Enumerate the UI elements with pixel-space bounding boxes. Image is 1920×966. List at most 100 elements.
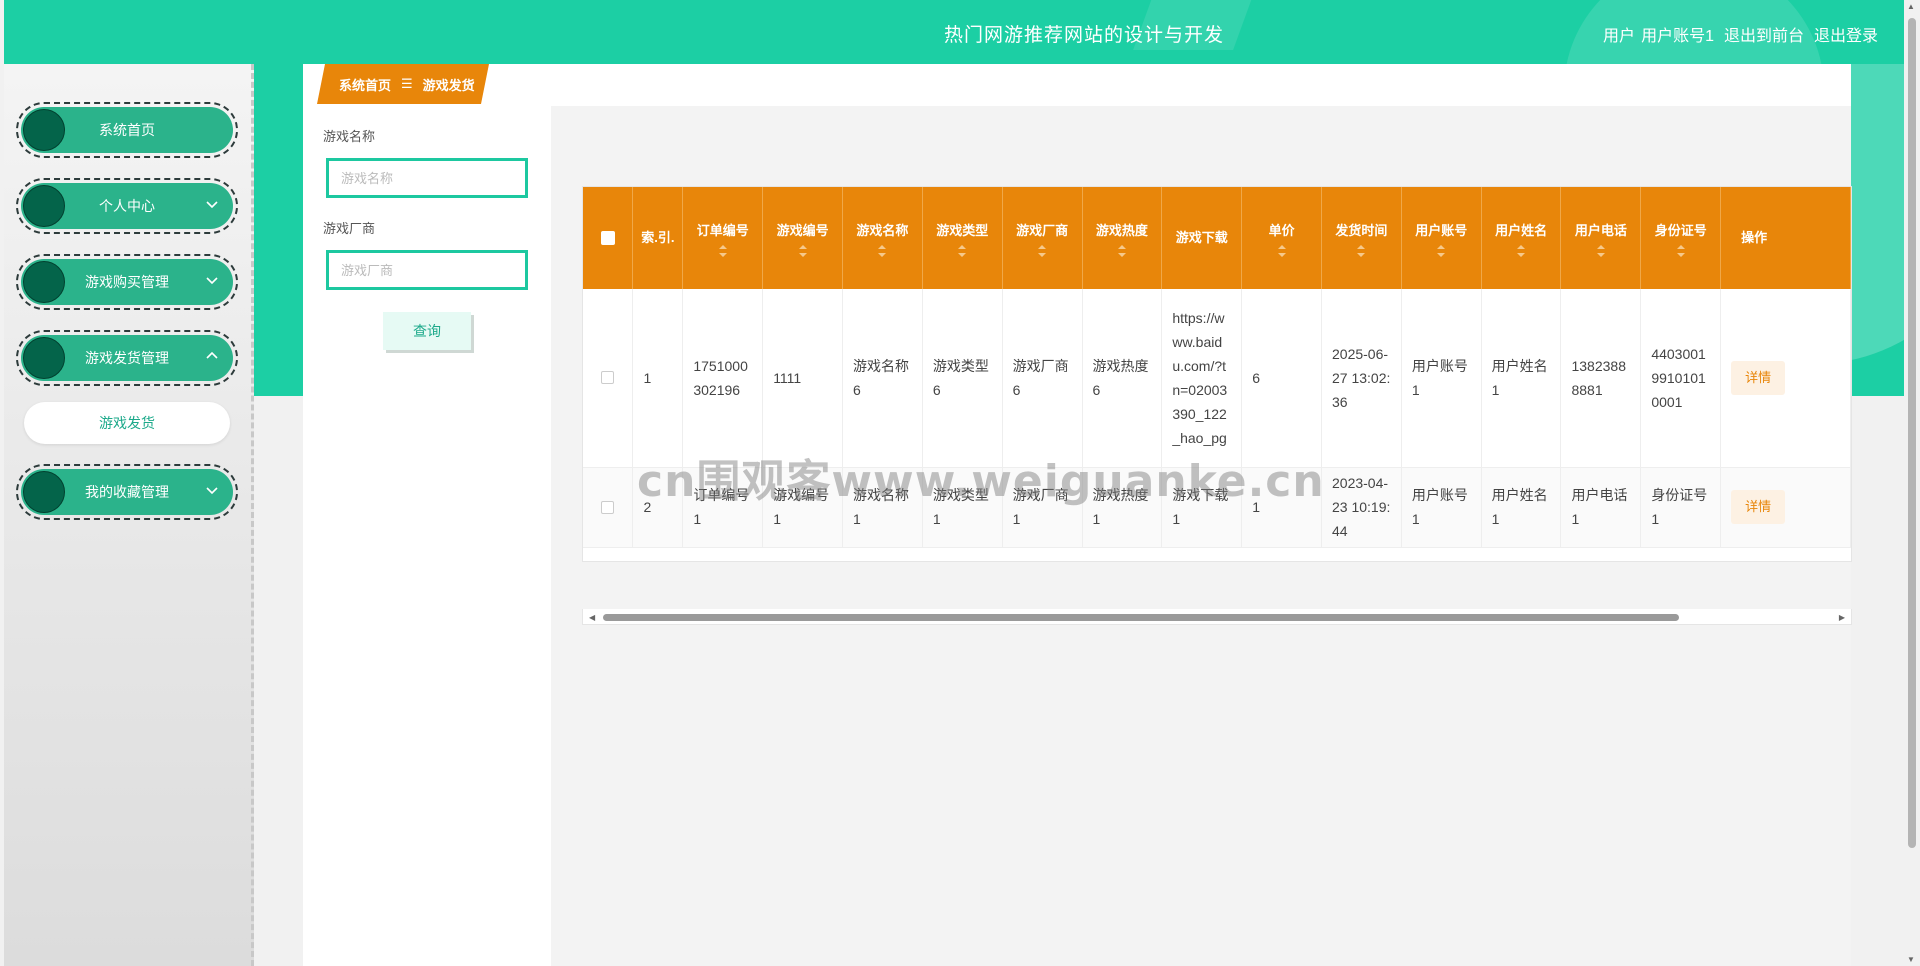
table-cell: 用户账号1 bbox=[1401, 289, 1482, 468]
chevron-up-icon bbox=[206, 351, 218, 359]
column-header[interactable]: 游戏厂商 bbox=[1002, 187, 1083, 289]
sidebar-item-label: 个人中心 bbox=[99, 198, 155, 214]
sort-icon[interactable] bbox=[1676, 245, 1685, 257]
site-title: 热门网游推荐网站的设计与开发 bbox=[944, 25, 1225, 46]
row-checkbox[interactable] bbox=[601, 371, 615, 385]
table-header-row: 索.引. 订单编号 游戏编号 游戏名称 游戏类型 游戏厂商 游戏热度 游戏下载 … bbox=[583, 187, 1851, 289]
table-cell: 用户账号1 bbox=[1401, 467, 1482, 548]
sort-icon[interactable] bbox=[798, 245, 807, 257]
sidebar-item-home[interactable]: 系统首页 bbox=[16, 102, 238, 158]
filter-panel: 游戏名称 游戏厂商 查询 bbox=[303, 106, 551, 966]
table-cell: 用户姓名1 bbox=[1481, 467, 1562, 548]
sort-icon[interactable] bbox=[1517, 245, 1526, 257]
menu-dot-icon bbox=[23, 261, 65, 303]
column-header[interactable]: 用户电话 bbox=[1560, 187, 1642, 289]
horizontal-scroll-thumb[interactable] bbox=[603, 614, 1679, 621]
vertical-scroll-thumb[interactable] bbox=[1908, 18, 1916, 848]
game-name-input[interactable] bbox=[326, 158, 528, 198]
header-bar: 热门网游推荐网站的设计与开发 用户 用户账号1 退出到前台 退出登录 bbox=[4, 0, 1904, 64]
column-header[interactable]: 索.引. bbox=[632, 187, 684, 289]
sidebar-subitem-game-shipment[interactable]: 游戏发货 bbox=[24, 402, 230, 444]
table-cell: 游戏名称6 bbox=[842, 289, 923, 468]
row-select-cell bbox=[583, 467, 634, 548]
sidebar-item-purchase-management[interactable]: 游戏购买管理 bbox=[16, 254, 238, 310]
menu-dot-icon bbox=[23, 337, 65, 379]
action-cell: 详情 bbox=[1720, 289, 1851, 468]
breadcrumb-current: 游戏发货 bbox=[422, 77, 475, 93]
column-header[interactable]: 身份证号 bbox=[1640, 187, 1722, 289]
table-cell: 1111 bbox=[762, 289, 844, 468]
game-name-label: 游戏名称 bbox=[323, 129, 376, 144]
table-cell: 游戏厂商6 bbox=[1002, 289, 1083, 468]
game-vendor-label: 游戏厂商 bbox=[323, 221, 376, 236]
sidebar: 系统首页 个人中心 游戏购买管理 游戏发货管理 游戏发货 我的收藏管理 bbox=[4, 64, 254, 966]
menu-dot-icon bbox=[23, 185, 65, 227]
sidebar-item-label: 系统首页 bbox=[99, 122, 155, 138]
sort-icon[interactable] bbox=[878, 245, 887, 257]
breadcrumb-separator-icon: ☰ bbox=[401, 76, 413, 91]
select-all-checkbox[interactable] bbox=[600, 231, 615, 245]
sort-icon[interactable] bbox=[958, 245, 967, 257]
detail-button[interactable]: 详情 bbox=[1731, 490, 1786, 524]
column-header[interactable]: 用户姓名 bbox=[1481, 187, 1562, 289]
query-button[interactable]: 查询 bbox=[383, 312, 471, 350]
column-header: 操作 bbox=[1720, 187, 1851, 289]
table-cell: 2025-06-27 13:02:36 bbox=[1321, 289, 1402, 468]
row-select-cell bbox=[583, 289, 634, 468]
chevron-down-icon bbox=[206, 201, 218, 209]
game-vendor-input[interactable] bbox=[326, 250, 528, 290]
breadcrumb-home[interactable]: 系统首页 bbox=[339, 75, 391, 94]
table-cell: 1 bbox=[632, 289, 684, 468]
column-header[interactable]: 单价 bbox=[1241, 187, 1322, 289]
select-all-header bbox=[583, 187, 634, 289]
sort-icon[interactable] bbox=[1596, 245, 1605, 257]
row-checkbox[interactable] bbox=[601, 500, 615, 514]
sidebar-item-personal-center[interactable]: 个人中心 bbox=[16, 178, 238, 234]
scroll-right-arrow-icon[interactable]: ▶ bbox=[1839, 613, 1845, 622]
table-cell: https://www.baidu.com/?tn=02003390_122_h… bbox=[1161, 289, 1243, 468]
table-cell: 游戏类型6 bbox=[922, 289, 1003, 468]
detail-button[interactable]: 详情 bbox=[1731, 360, 1786, 395]
column-header[interactable]: 游戏类型 bbox=[922, 187, 1003, 289]
sort-icon[interactable] bbox=[1277, 245, 1286, 257]
scroll-down-arrow-icon[interactable]: ▼ bbox=[1907, 955, 1915, 964]
logout-link[interactable]: 退出登录 bbox=[1814, 22, 1878, 46]
table-cell: 身份证号1 bbox=[1640, 467, 1722, 548]
scroll-up-arrow-icon[interactable]: ▲ bbox=[1907, 2, 1915, 11]
table-cell: 游戏热度6 bbox=[1082, 289, 1163, 468]
sort-icon[interactable] bbox=[718, 245, 727, 257]
sort-icon[interactable] bbox=[1357, 245, 1366, 257]
table-cell: 2023-04-23 10:19:44 bbox=[1321, 467, 1402, 548]
column-header[interactable]: 用户账号 bbox=[1401, 187, 1482, 289]
sort-icon[interactable] bbox=[1117, 245, 1126, 257]
column-header[interactable]: 发货时间 bbox=[1321, 187, 1402, 289]
breadcrumb-bar: 系统首页 ☰ 游戏发货 bbox=[303, 64, 1851, 106]
table-cell: 用户姓名1 bbox=[1481, 289, 1562, 468]
chevron-down-icon bbox=[206, 487, 218, 495]
sidebar-item-label: 我的收藏管理 bbox=[85, 484, 169, 500]
vertical-scrollbar[interactable]: ▲ ▼ bbox=[1904, 0, 1920, 966]
table-cell: 6 bbox=[1241, 289, 1322, 468]
table-row: 1 1751000302196 1111 游戏名称6 游戏类型6 游戏厂商6 游… bbox=[583, 289, 1851, 468]
sort-icon[interactable] bbox=[1437, 245, 1446, 257]
menu-dot-icon bbox=[23, 471, 65, 513]
column-header[interactable]: 游戏编号 bbox=[762, 187, 844, 289]
watermark: cn围观客www.weiguanke.cn bbox=[637, 456, 1325, 507]
main-panel: 系统首页 ☰ 游戏发货 游戏名称 游戏厂商 查询 索.引. 订单编号 bbox=[303, 64, 1852, 966]
back-to-front-link[interactable]: 退出到前台 bbox=[1724, 22, 1804, 46]
horizontal-scrollbar[interactable]: ◀ ▶ bbox=[582, 609, 1852, 625]
scroll-left-arrow-icon[interactable]: ◀ bbox=[589, 613, 595, 622]
column-header[interactable]: 游戏热度 bbox=[1082, 187, 1163, 289]
user-role-label: 用户 bbox=[1603, 28, 1636, 45]
sidebar-item-favorites-management[interactable]: 我的收藏管理 bbox=[16, 464, 238, 520]
table-cell: 13823888881 bbox=[1560, 289, 1642, 468]
table-cell: 1751000302196 bbox=[682, 289, 764, 468]
column-header[interactable]: 游戏名称 bbox=[842, 187, 923, 289]
sidebar-item-shipment-management[interactable]: 游戏发货管理 bbox=[16, 330, 238, 386]
column-header[interactable]: 订单编号 bbox=[682, 187, 764, 289]
table-cell: 440300199101010001 bbox=[1640, 289, 1722, 468]
column-header[interactable]: 游戏下载 bbox=[1161, 187, 1243, 289]
menu-dot-icon bbox=[23, 109, 65, 151]
header-user-area: 用户 用户账号1 退出到前台 退出登录 bbox=[1603, 22, 1878, 46]
sort-icon[interactable] bbox=[1038, 245, 1047, 257]
